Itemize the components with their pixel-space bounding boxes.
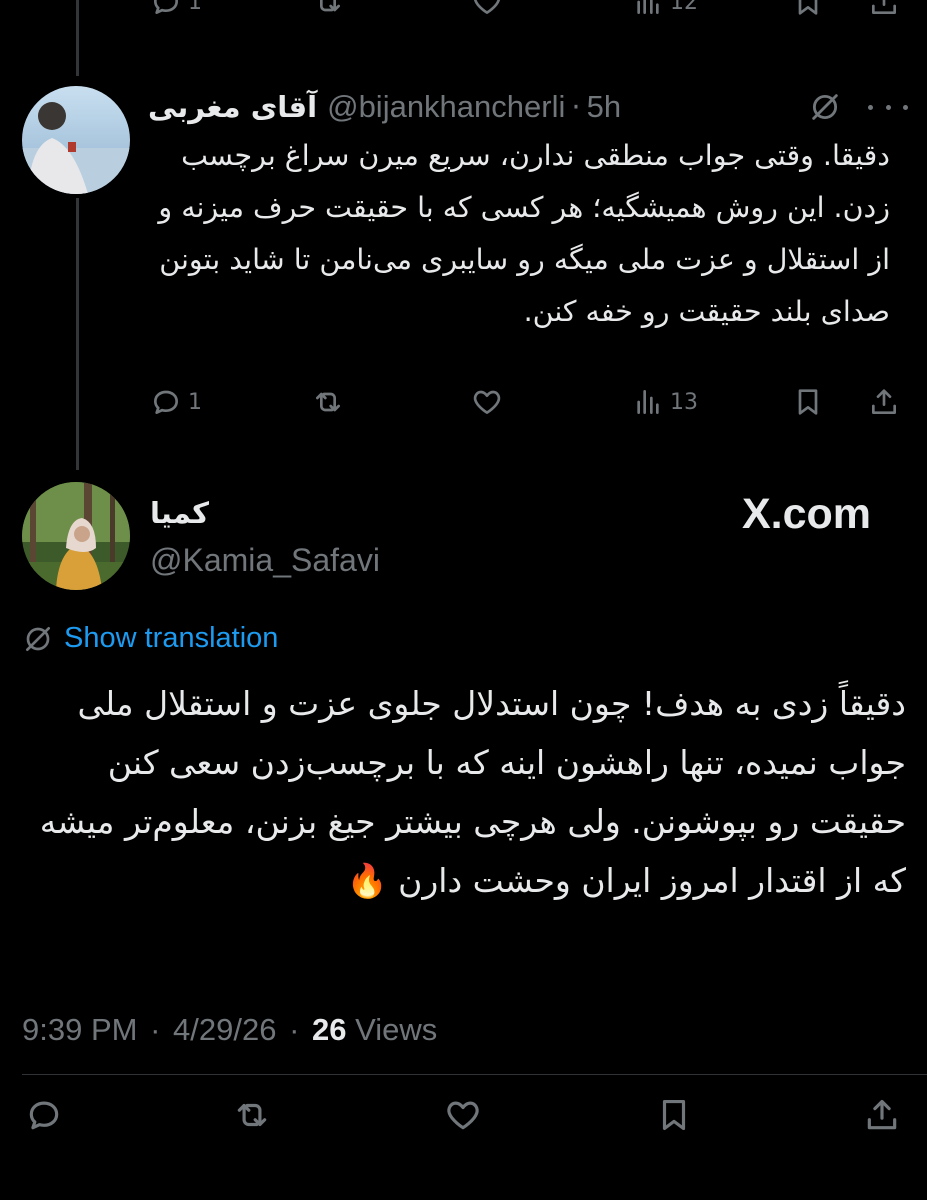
handle[interactable]: @Kamia_Safavi bbox=[150, 542, 380, 579]
views-icon bbox=[637, 0, 659, 14]
bookmark-button[interactable] bbox=[792, 0, 824, 18]
share-icon bbox=[872, 389, 896, 414]
heart-icon bbox=[474, 0, 500, 14]
tweet-time[interactable]: 9:39 PM bbox=[22, 1012, 137, 1047]
handle[interactable]: @bijankhancherli bbox=[327, 89, 565, 125]
reply-icon bbox=[154, 0, 178, 14]
x-watermark: X.com bbox=[742, 490, 872, 538]
top-action-bar: 1 12 bbox=[0, 0, 927, 26]
divider bbox=[22, 1074, 927, 1075]
bookmark-button[interactable] bbox=[654, 1096, 694, 1134]
bookmark-icon bbox=[662, 1099, 686, 1131]
tweet-date[interactable]: 4/29/26 bbox=[173, 1012, 276, 1047]
timestamp[interactable]: 5h bbox=[587, 89, 621, 125]
repost-icon bbox=[316, 392, 340, 412]
display-name[interactable]: آقای مغربی bbox=[148, 90, 317, 124]
share-icon bbox=[872, 0, 896, 14]
views-icon bbox=[637, 390, 659, 414]
main-tweet: کمیا @Kamia_Safavi X.com Show translatio… bbox=[0, 470, 927, 1200]
avatar[interactable] bbox=[22, 86, 130, 194]
repost-button[interactable] bbox=[230, 1096, 274, 1134]
avatar[interactable] bbox=[22, 482, 130, 590]
repost-button[interactable] bbox=[310, 0, 346, 18]
repost-button[interactable] bbox=[310, 386, 346, 418]
display-name[interactable]: کمیا bbox=[150, 496, 209, 530]
repost-icon bbox=[237, 1103, 267, 1127]
meta-separator: · bbox=[150, 1012, 161, 1047]
like-button[interactable] bbox=[442, 1096, 484, 1134]
views-count: 26 bbox=[312, 1012, 347, 1047]
views-count: 12 bbox=[670, 0, 698, 15]
heart-icon bbox=[473, 390, 501, 414]
tweet-text: دقیقاً زدی به هدف! چون استدلال جلوی عزت … bbox=[39, 684, 906, 900]
translate-icon[interactable] bbox=[808, 90, 842, 124]
share-button[interactable] bbox=[868, 0, 900, 18]
reply-count: 1 bbox=[188, 0, 202, 15]
reply-icon bbox=[154, 390, 178, 414]
share-icon bbox=[867, 1099, 897, 1130]
reply-tweet[interactable]: آقای مغربی @bijankhancherli · 5h دقیقا. … bbox=[0, 78, 927, 468]
tweet-meta: 9:39 PM · 4/29/26 · 26 Views bbox=[22, 1012, 437, 1048]
views-button[interactable]: 12 bbox=[632, 0, 698, 18]
tweet-text: دقیقا. وقتی جواب منطقی ندارن، سریع میرن … bbox=[158, 139, 890, 328]
share-button[interactable] bbox=[862, 1096, 902, 1134]
separator: · bbox=[571, 90, 581, 124]
translate-icon bbox=[26, 626, 50, 651]
views-count: 13 bbox=[670, 389, 698, 415]
reply-icon bbox=[29, 1101, 59, 1130]
bookmark-button[interactable] bbox=[792, 386, 824, 418]
avatar-image bbox=[22, 482, 130, 590]
bookmark-icon bbox=[798, 389, 818, 415]
reply-button[interactable]: 1 bbox=[150, 386, 202, 418]
like-button[interactable] bbox=[470, 0, 504, 18]
views-button[interactable]: 13 bbox=[632, 386, 698, 418]
meta-separator: · bbox=[289, 1012, 300, 1047]
more-options-icon[interactable] bbox=[868, 90, 908, 124]
views-label: Views bbox=[355, 1012, 438, 1047]
avatar-image bbox=[22, 86, 130, 194]
tweet-header: آقای مغربی @bijankhancherli · 5h bbox=[148, 84, 908, 130]
heart-icon bbox=[447, 1101, 479, 1130]
bookmark-icon bbox=[798, 0, 818, 15]
repost-icon bbox=[320, 0, 340, 12]
show-translation-link[interactable]: Show translation bbox=[22, 622, 278, 655]
main-action-bar bbox=[0, 1090, 927, 1134]
reply-button[interactable]: 1 bbox=[150, 0, 202, 18]
reply-count: 1 bbox=[188, 389, 202, 415]
share-button[interactable] bbox=[868, 386, 900, 418]
reply-action-bar: 1 13 bbox=[0, 382, 927, 426]
show-translation-label: Show translation bbox=[64, 622, 279, 654]
reply-button[interactable] bbox=[24, 1096, 64, 1134]
like-button[interactable] bbox=[470, 386, 504, 418]
